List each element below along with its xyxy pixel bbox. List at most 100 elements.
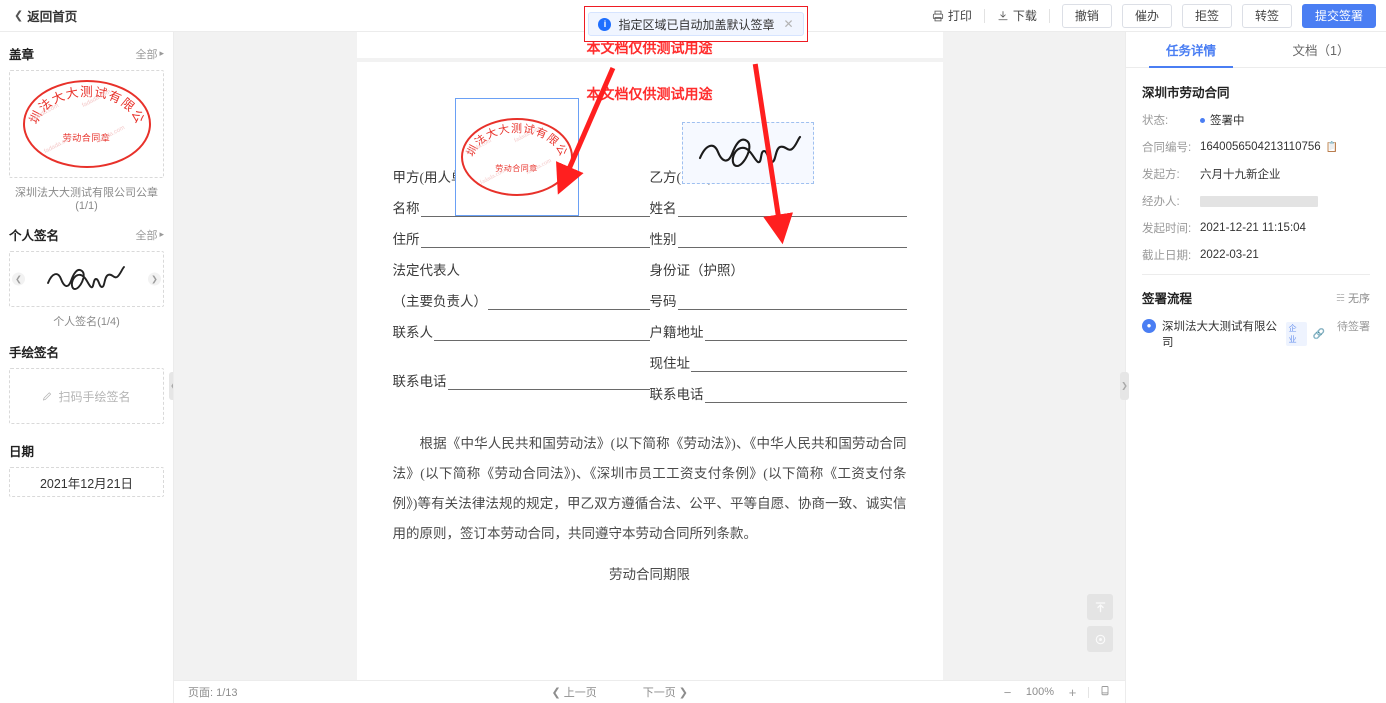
seal-view-all-button[interactable]: 全部 ▸ bbox=[135, 46, 164, 62]
field-rule[interactable] bbox=[447, 377, 650, 390]
revoke-button[interactable]: 撤销 bbox=[1061, 3, 1112, 28]
scroll-to-top-button[interactable] bbox=[1087, 594, 1113, 620]
date-section-title: 日期 bbox=[9, 445, 35, 459]
seal-view-all-label: 全部 bbox=[135, 48, 158, 61]
next-page-button[interactable]: 下一页 ❯ bbox=[643, 684, 688, 700]
stamp-sidebar: 盖章 全部 ▸ 深圳法大大测试有限公司 bbox=[0, 32, 174, 703]
page-indicator: 页面: 1/13 bbox=[188, 687, 238, 699]
print-button[interactable]: 打印 bbox=[922, 4, 982, 28]
field-rule[interactable] bbox=[488, 297, 650, 310]
contract-body-paragraph: 根据《中华人民共和国劳动法》(以下简称《劳动法》)、《中华人民共和国劳动合同法》… bbox=[392, 436, 907, 541]
date-stamp-item[interactable]: 2021年12月21日 bbox=[9, 467, 164, 497]
detail-key: 发起时间: bbox=[1142, 223, 1192, 235]
field-spacer bbox=[393, 341, 650, 359]
target-icon bbox=[1095, 634, 1105, 644]
signing-order-label: 无序 bbox=[1348, 292, 1370, 305]
field-rule[interactable] bbox=[434, 328, 650, 341]
party-a-fields: 名称 住所 法定代表人 （主要负责人） 联系人 联系电话 bbox=[393, 197, 650, 390]
print-label: 打印 bbox=[947, 8, 972, 23]
copy-icon[interactable]: 📋 bbox=[1326, 142, 1338, 153]
status-badge: 签署中 bbox=[1210, 115, 1245, 127]
field-label: 户籍地址 bbox=[649, 325, 704, 340]
party-b-signature-dropzone[interactable] bbox=[681, 122, 814, 184]
field-row: 联系电话 bbox=[393, 370, 650, 390]
handdraw-label: 扫码手绘签名 bbox=[58, 389, 131, 404]
locate-signature-button[interactable] bbox=[1087, 626, 1113, 652]
field-label: 身份证（护照） bbox=[649, 263, 745, 278]
field-row: 号码 bbox=[650, 290, 907, 310]
printer-icon bbox=[932, 10, 943, 21]
handdraw-inner: 扫码手绘签名 bbox=[42, 388, 131, 405]
download-icon bbox=[998, 10, 1008, 20]
field-rule[interactable] bbox=[420, 235, 650, 248]
fit-page-button[interactable] bbox=[1099, 685, 1111, 700]
next-page-label: 下一页 bbox=[642, 687, 676, 699]
close-icon[interactable]: ✕ bbox=[783, 17, 793, 31]
download-button[interactable]: 下载 bbox=[987, 4, 1047, 28]
detail-row-initiator: 发起方: 六月十九新企业 bbox=[1142, 166, 1370, 182]
personal-signature-thumbnail[interactable]: ❮ ❯ bbox=[9, 251, 164, 307]
field-rule[interactable] bbox=[677, 297, 907, 310]
document-viewer: 本文档仅供测试用途 本文档仅供测试用途 深圳法大大测试有限公 bbox=[174, 32, 1129, 703]
seal-section-header: 盖章 全部 ▸ bbox=[9, 44, 164, 63]
link-icon[interactable]: 🔗 bbox=[1313, 329, 1325, 340]
handdraw-section-header: 手绘签名 bbox=[9, 342, 164, 361]
viewer-float-buttons bbox=[1087, 594, 1113, 652]
tab-task-detail[interactable]: 任务详情 bbox=[1126, 32, 1256, 68]
pencil-icon bbox=[43, 391, 52, 400]
initiator-value: 六月十九新企业 bbox=[1200, 169, 1281, 181]
carousel-prev-icon[interactable]: ❮ bbox=[12, 272, 25, 286]
previous-page-label: 上一页 bbox=[563, 687, 597, 699]
panel-tabs: 任务详情 文档（1） bbox=[1126, 32, 1386, 68]
participant-name: 深圳法大大测试有限公司 bbox=[1162, 321, 1277, 349]
seal-watermark: fadada.com fadada.com fadada.com fadada.… bbox=[464, 125, 553, 187]
field-row: 姓名 bbox=[650, 197, 907, 217]
participant-info: 深圳法大大测试有限公司 企业 🔗 bbox=[1162, 318, 1325, 350]
carousel-next-icon[interactable]: ❯ bbox=[148, 272, 161, 286]
back-to-home-button[interactable]: ❮ 返回首页 bbox=[0, 6, 77, 25]
company-seal-thumbnail[interactable]: 深圳法大大测试有限公司 劳动合同章 fadada.com fadada.com … bbox=[9, 70, 164, 178]
document-page[interactable]: 本文档仅供测试用途 本文档仅供测试用途 深圳法大大测试有限公 bbox=[356, 42, 943, 680]
signing-order-mode[interactable]: 无序 bbox=[1336, 290, 1370, 306]
contract-title: 深圳市劳动合同 bbox=[1142, 86, 1230, 100]
transfer-button[interactable]: 转签 bbox=[1241, 3, 1292, 28]
detail-key: 状态: bbox=[1142, 115, 1169, 127]
zoom-in-button[interactable]: + bbox=[1067, 685, 1078, 700]
personal-view-all-button[interactable]: 全部 ▸ bbox=[135, 227, 164, 243]
field-rule[interactable] bbox=[677, 235, 907, 248]
zoom-out-button[interactable]: − bbox=[1002, 685, 1013, 700]
field-rule[interactable] bbox=[704, 328, 907, 341]
reject-button[interactable]: 拒签 bbox=[1181, 3, 1232, 28]
document-scroll-area[interactable]: 本文档仅供测试用途 本文档仅供测试用途 深圳法大大测试有限公 bbox=[174, 32, 1125, 680]
party-information-block: 深圳法大大测试有限公司 劳动合同章 fadada.com fadada.com … bbox=[357, 98, 943, 403]
field-label: （主要负责人） bbox=[392, 294, 488, 309]
signing-workspace: ❮ 返回首页 打印 下载 撤销 催办 拒签 转签 提交签署 i 指定区域已自动加… bbox=[0, 0, 1386, 703]
rightpanel-collapse-handle[interactable]: ❯ bbox=[1120, 372, 1129, 400]
submit-signature-button[interactable]: 提交签署 bbox=[1301, 3, 1376, 28]
detail-row-status: 状态: 签署中 bbox=[1142, 112, 1370, 128]
panel-body: 深圳市劳动合同 状态: 签署中 合同编号: 164005650421311075… bbox=[1126, 68, 1386, 350]
seal-section-title: 盖章 bbox=[9, 48, 35, 62]
tab-documents[interactable]: 文档（1） bbox=[1256, 32, 1386, 67]
field-row: 联系人 bbox=[393, 321, 650, 341]
deadline-value: 2022-03-21 bbox=[1200, 249, 1259, 261]
chevron-right-icon: ▸ bbox=[159, 229, 164, 239]
date-section-header: 日期 bbox=[9, 441, 164, 460]
party-a-stamp-dropzone[interactable]: 深圳法大大测试有限公司 劳动合同章 fadada.com fadada.com … bbox=[454, 98, 579, 216]
field-label: 号码 bbox=[649, 294, 677, 309]
party-a-column: 深圳法大大测试有限公司 劳动合同章 fadada.com fadada.com … bbox=[393, 98, 650, 403]
participant-type-badge: 企业 bbox=[1285, 322, 1307, 346]
field-row: （主要负责人） bbox=[393, 290, 650, 310]
field-row: 联系电话 bbox=[650, 383, 907, 403]
field-rule[interactable] bbox=[677, 204, 907, 217]
field-rule[interactable] bbox=[704, 390, 907, 403]
download-label: 下载 bbox=[1012, 8, 1037, 23]
field-rule[interactable] bbox=[691, 359, 907, 372]
company-seal-caption: 深圳法大大测试有限公司公章(1/1) bbox=[15, 187, 158, 212]
scan-to-handdraw-button[interactable]: 扫码手绘签名 bbox=[9, 368, 164, 424]
company-seal-graphic: 深圳法大大测试有限公司 劳动合同章 fadada.com fadada.com … bbox=[22, 80, 151, 168]
contract-chapter-heading: 劳动合同期限 bbox=[609, 567, 690, 582]
participant-line: 深圳法大大测试有限公司 企业 🔗 bbox=[1162, 318, 1325, 350]
previous-page-button[interactable]: ❮ 上一页 bbox=[552, 684, 597, 700]
urge-button[interactable]: 催办 bbox=[1121, 3, 1172, 28]
